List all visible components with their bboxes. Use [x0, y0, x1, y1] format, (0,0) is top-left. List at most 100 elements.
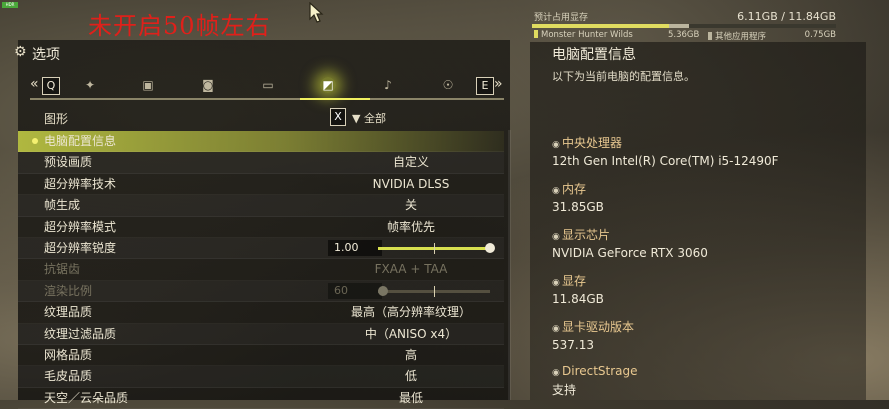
info-heading: ◉ 内存 [552, 180, 852, 197]
vram-bar-other [669, 24, 689, 28]
setting-row[interactable]: 天空／云朵品质 最低 [18, 388, 504, 409]
setting-row[interactable]: 纹理过滤品质 中（ANISO x4） [18, 324, 504, 345]
info-group: ◉ 显示芯片 NVIDIA GeForce RTX 3060 [552, 226, 852, 260]
info-group: ◉ 显存 11.84GB [552, 272, 852, 306]
chevron-left-icon[interactable]: « [30, 76, 39, 92]
setting-value: 关 [404, 198, 417, 213]
setting-name: 纹理过滤品质 [44, 326, 117, 341]
vram-other-name: 其他应用程序 [715, 32, 767, 42]
info-group: ◉ 中央处理器 12th Gen Intel(R) Core(TM) i5-1249… [552, 134, 852, 168]
slider-knob[interactable] [485, 242, 495, 253]
slider-midpoint [434, 285, 435, 297]
setting-value: 帧率优先 [386, 219, 435, 234]
vram-game-size: 5.36GB [668, 30, 700, 40]
vram-bar-game [532, 24, 670, 28]
setting-row[interactable]: 网格品质 高 [18, 345, 504, 367]
setting-value: 低 [404, 369, 417, 384]
setting-value: FXAA + TAA [374, 262, 448, 277]
setting-name: 超分辨率模式 [44, 219, 117, 234]
setting-row[interactable]: 抗锯齿 FXAA + TAA [18, 259, 504, 281]
info-value: NVIDIA GeForce RTX 3060 [552, 246, 708, 260]
info-group: ◉ 内存 31.85GB [552, 180, 852, 214]
selection-bullet-icon [32, 138, 38, 144]
setting-value: 最高（高分辨率纹理） [350, 305, 471, 320]
vram-other-size: 0.75GB [804, 30, 836, 40]
filter-label: 全部 [363, 112, 386, 125]
bullet-icon: ◉ [552, 368, 560, 378]
setting-name: 网格品质 [44, 347, 93, 362]
bullet-icon: ◉ [552, 324, 560, 334]
setting-value: 中（ANISO x4） [364, 326, 458, 341]
legend-swatch [534, 30, 538, 38]
active-tab-indicator [300, 98, 370, 100]
slider-midpoint [434, 242, 435, 254]
settings-list: 电脑配置信息预设画质 自定义超分辨率技术 NVIDIA DLSS 帧生成 关超分辨率模式… [18, 131, 504, 409]
camera-icon[interactable]: ◙ [200, 77, 216, 93]
setting-number-value: 1.00 [328, 239, 382, 256]
hunter-icon[interactable]: ✦ [82, 77, 98, 93]
info-value: 31.85GB [552, 200, 604, 214]
setting-name: 超分辨率技术 [44, 176, 117, 191]
bullet-icon: ◉ [552, 232, 560, 242]
setting-value: 最低 [398, 390, 423, 405]
sound-icon[interactable]: ♪ [380, 77, 396, 93]
setting-value: NVIDIA DLSS [372, 176, 450, 191]
setting-value: 自定义 [392, 155, 429, 170]
vram-label: 预计占用显存 [534, 13, 589, 23]
info-heading-text: 显存 [562, 274, 587, 288]
filter-button[interactable]: ▼ 全部 [352, 110, 386, 126]
setting-name: 帧生成 [44, 198, 81, 213]
section-label: 图形 [44, 112, 69, 126]
vram-legend-other: 其他应用程序 [708, 30, 766, 42]
setting-value: 高 [404, 347, 417, 362]
info-value: 12th Gen Intel(R) Core(TM) i5-12490F [552, 154, 779, 168]
setting-number-value: 60 [328, 282, 382, 299]
hdr-badge: HDR [2, 2, 18, 8]
setting-row[interactable]: 超分辨率锐度 1.00 [18, 238, 504, 260]
mouse-cursor-icon [309, 2, 324, 23]
accessibility-icon[interactable]: ☉ [440, 77, 456, 93]
slider-knob[interactable] [378, 285, 388, 296]
scrollbar[interactable] [508, 130, 511, 400]
setting-name: 超分辨率锐度 [44, 240, 117, 255]
gear-icon: ⚙ [14, 44, 27, 60]
info-heading: ◉ 显存 [552, 272, 852, 289]
info-heading: ◉ 显示芯片 [552, 226, 852, 243]
setting-name: 抗锯齿 [44, 262, 81, 277]
setting-name: 纹理品质 [44, 305, 93, 320]
info-value: 支持 [552, 383, 577, 397]
info-value: 11.84GB [552, 292, 604, 306]
legend-swatch [708, 32, 712, 40]
filter-key[interactable]: X [330, 108, 346, 126]
setting-name: 预设画质 [44, 155, 93, 170]
setting-row[interactable]: 帧生成 关 [18, 195, 504, 217]
graphics-icon[interactable]: ◩ [320, 77, 336, 93]
bullet-icon: ◉ [552, 140, 560, 150]
gamepad-icon[interactable]: ▣ [140, 77, 156, 93]
bullet-icon: ◉ [552, 186, 560, 196]
info-heading: ◉ 显卡驱动版本 [552, 318, 852, 335]
setting-row[interactable]: 渲染比例 60 [18, 281, 504, 303]
next-tab-key[interactable]: E [476, 77, 494, 95]
info-heading-text: 中央处理器 [562, 136, 623, 150]
page-title: 选项 [32, 47, 60, 63]
setting-row[interactable]: 纹理品质 最高（高分辨率纹理） [18, 302, 504, 324]
setting-row[interactable]: 毛皮品质 低 [18, 366, 504, 388]
chevron-right-icon[interactable]: » [494, 76, 503, 92]
info-value: 537.13 [552, 338, 594, 352]
vram-bar [532, 24, 836, 28]
prev-tab-key[interactable]: Q [42, 77, 60, 95]
info-group: ◉ 显卡驱动版本 537.13 [552, 318, 852, 352]
info-group: ◉ DirectStrage 支持 [552, 364, 852, 398]
setting-row[interactable]: 电脑配置信息 [18, 131, 504, 153]
setting-row[interactable]: 预设画质 自定义 [18, 152, 504, 174]
setting-row[interactable]: 超分辨率模式 帧率优先 [18, 217, 504, 238]
info-description: 以下为当前电脑的配置信息。 [552, 70, 695, 83]
setting-name: 天空／云朵品质 [44, 390, 129, 405]
setting-slider[interactable] [378, 285, 490, 297]
display-icon[interactable]: ▭ [260, 77, 276, 93]
bullet-icon: ◉ [552, 278, 560, 288]
info-heading: ◉ DirectStrage [552, 364, 852, 378]
setting-row[interactable]: 超分辨率技术 NVIDIA DLSS [18, 174, 504, 196]
setting-slider[interactable] [378, 242, 495, 254]
